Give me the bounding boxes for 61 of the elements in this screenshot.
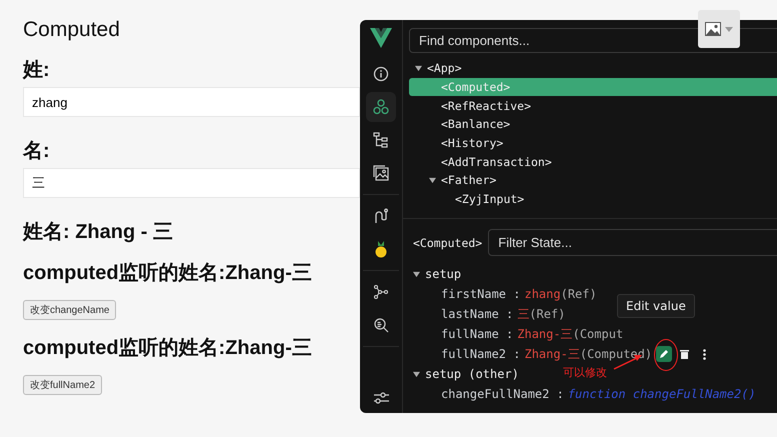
components-icon — [372, 98, 390, 116]
tree-item[interactable]: <Banlance> — [409, 115, 777, 134]
state-key: changeFullName2 : — [441, 387, 564, 401]
state-group[interactable]: setup (other) — [413, 364, 519, 384]
change-button[interactable]: 改变changeName — [23, 300, 116, 320]
tree-item[interactable]: <Father> — [409, 171, 777, 190]
search-field[interactable]: Find components... — [409, 28, 777, 53]
vue-logo-icon — [370, 28, 392, 48]
state-key: firstName : — [441, 287, 520, 301]
state-type: (Comput — [572, 327, 624, 341]
component-name: <Computed> — [413, 236, 482, 250]
image-icon — [705, 22, 721, 36]
highlight-circle — [654, 339, 678, 371]
image-button[interactable] — [698, 10, 740, 48]
caret-icon — [415, 64, 422, 72]
field-label: 名: — [23, 139, 50, 164]
page-title: Computed — [23, 18, 120, 42]
state-key: fullName2 : — [441, 347, 520, 361]
filter-field[interactable]: Filter State... — [488, 229, 777, 256]
state-group[interactable]: setup — [413, 264, 462, 284]
inspect-icon — [373, 317, 389, 333]
field-label: 姓: — [23, 58, 50, 83]
state-type: (Computed) — [580, 347, 652, 361]
caret-icon — [413, 370, 420, 378]
state-value: Zhang-三 — [524, 346, 580, 362]
input-field[interactable]: zhang — [23, 87, 360, 117]
state-value: Zhang-三 — [517, 326, 573, 342]
change-button[interactable]: 改变fullName2 — [23, 375, 102, 395]
heading: computed监听的姓名:Zhang-三 — [23, 336, 312, 361]
pineapple-icon — [373, 240, 389, 258]
caret-icon — [725, 26, 733, 32]
pencil-icon — [659, 349, 670, 359]
info-icon — [373, 66, 389, 82]
heading: 姓名: Zhang - 三 — [23, 220, 173, 245]
caret-icon — [429, 176, 436, 184]
heading: computed监听的姓名:Zhang-三 — [23, 261, 312, 286]
route-icon — [373, 208, 389, 224]
settings-icon — [373, 390, 389, 406]
tree-icon — [373, 132, 389, 148]
tooltip: Edit value — [617, 294, 695, 318]
input-field[interactable]: 三 — [23, 168, 360, 198]
tree-item[interactable]: <RefReactive> — [409, 96, 777, 116]
state-value: 三 — [517, 306, 530, 322]
tree-item[interactable]: <History> — [409, 134, 777, 152]
annotation-text: 可以修改 — [563, 365, 607, 380]
more-icon — [702, 348, 706, 360]
trash-icon — [680, 349, 689, 359]
components-tab[interactable] — [366, 92, 396, 122]
graph-icon — [373, 284, 389, 300]
state-value: zhang — [524, 287, 561, 301]
state-key: lastName : — [441, 307, 514, 321]
state-value: function changeFullName2() — [568, 387, 756, 401]
tree-item[interactable]: <App> — [409, 59, 777, 78]
state-key: fullName : — [441, 327, 514, 341]
tree-item[interactable]: <ZyjInput> — [409, 190, 777, 208]
state-type: (Ref) — [560, 287, 597, 301]
edit-button[interactable] — [656, 346, 672, 362]
image-icon — [373, 165, 389, 181]
state-type: (Ref) — [529, 307, 566, 321]
caret-icon — [413, 270, 420, 278]
tree-item[interactable]: <AddTransaction> — [409, 152, 777, 172]
